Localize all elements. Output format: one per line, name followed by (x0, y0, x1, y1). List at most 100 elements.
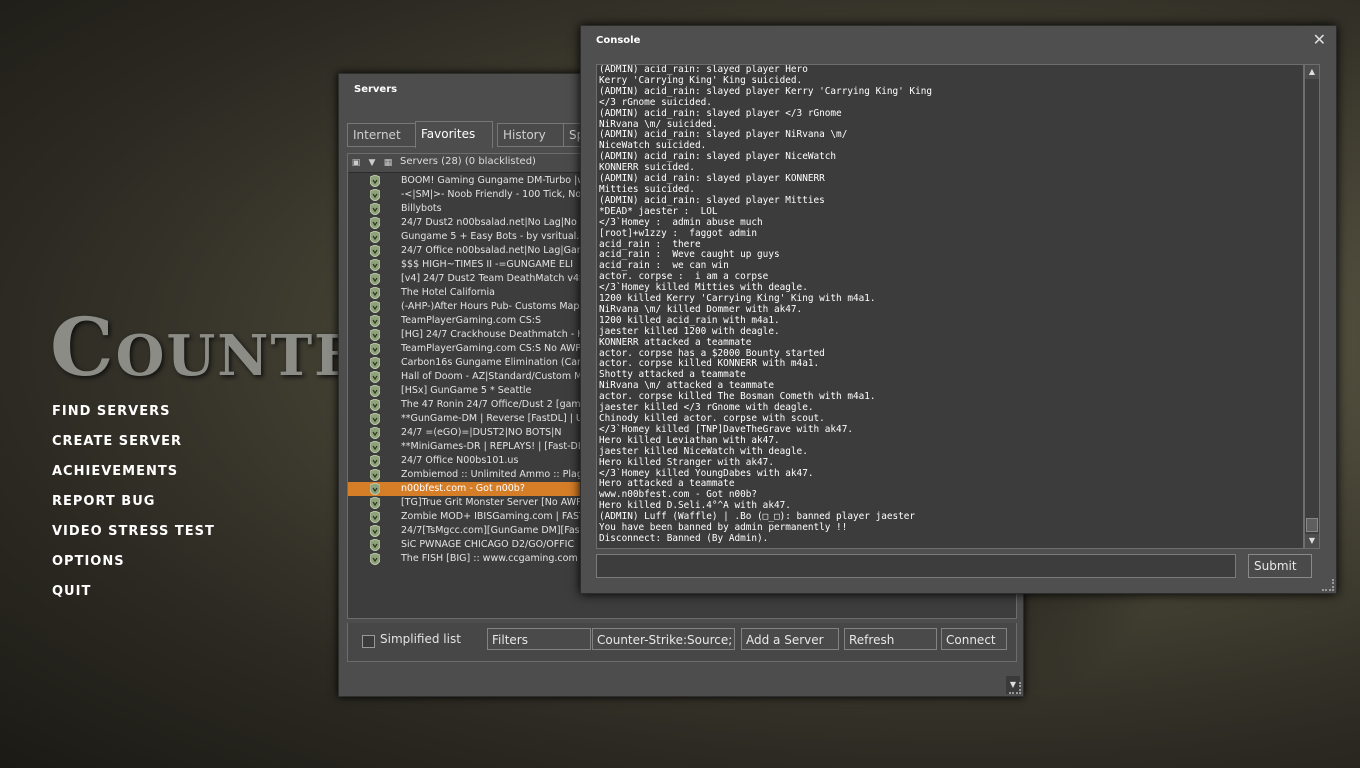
server-name: (-AHP-)After Hours Pub- Customs Maps (401, 301, 585, 312)
vac-shield-icon (370, 385, 380, 397)
server-name: TeamPlayerGaming.com CS:S (401, 315, 542, 326)
server-name: Zombie MOD+ IBISGaming.com | FAST (401, 511, 585, 522)
vac-shield-icon (370, 273, 380, 285)
vac-shield-icon (370, 357, 380, 369)
server-name: 24/7[TsMgcc.com][GunGame DM][Fast (401, 525, 584, 536)
menu-video-stress-test[interactable]: VIDEO STRESS TEST (52, 522, 215, 552)
server-name: Zombiemod :: Unlimited Ammo :: Plagu (401, 469, 589, 480)
vac-shield-icon (370, 203, 380, 215)
menu-achievements[interactable]: ACHIEVEMENTS (52, 462, 215, 492)
vac-shield-icon (370, 469, 380, 481)
server-name: Hall of Doom - AZ|Standard/Custom Ma (401, 371, 589, 382)
vac-shield-icon (370, 511, 380, 523)
servers-column-header[interactable]: Servers (28) (0 blacklisted) (400, 156, 536, 167)
console-resize-grip[interactable] (1322, 579, 1334, 591)
server-name: [TG]True Grit Monster Server [No AWP (401, 497, 582, 508)
server-name: **GunGame-DM | Reverse [FastDL] | U (401, 413, 583, 424)
vac-shield-icon (370, 399, 380, 411)
tab-history[interactable]: History (497, 123, 571, 147)
menu-find-servers[interactable]: FIND SERVERS (52, 402, 215, 432)
vac-shield-icon (370, 441, 380, 453)
server-name: Carbon16s Gungame Elimination (Carbo (401, 357, 593, 368)
tab-internet[interactable]: Internet (347, 123, 421, 147)
vac-shield-icon (370, 413, 380, 425)
vac-shield-icon (370, 189, 380, 201)
console-line: (ADMIN) acid_rain: slayed player NiceWat… (599, 151, 837, 163)
scroll-up-icon[interactable]: ▲ (1305, 65, 1319, 79)
console-window: Console ✕ (ADMIN) acid_rain: slayed play… (580, 25, 1337, 594)
console-line: (ADMIN) acid_rain: slayed player </3 rGn… (599, 107, 842, 119)
server-name: n00bfest.com - Got n00b? (401, 483, 525, 494)
console-line: Disconnect: Banned (By Admin). (599, 532, 769, 544)
console-line: jaester killed NiceWatch with deagle. (599, 445, 808, 457)
server-name: 24/7 Office N00bs101.us (401, 455, 519, 466)
submit-button[interactable]: Submit (1248, 554, 1312, 578)
console-line: KONNERR attacked a teammate (599, 336, 752, 348)
connect-button[interactable]: Connect (941, 628, 1007, 650)
vac-shield-icon (370, 287, 380, 299)
server-name: BOOM! Gaming Gungame DM-Turbo |w (401, 175, 586, 186)
server-name: SiC PWNAGE CHICAGO D2/GO/OFFIC (401, 539, 575, 550)
vac-shield-icon (370, 483, 380, 495)
vac-shield-icon (370, 371, 380, 383)
server-name: Billybots (401, 203, 442, 214)
console-line: Hero killed Stranger with ak47. (599, 456, 774, 468)
main-menu: FIND SERVERS CREATE SERVER ACHIEVEMENTS … (52, 402, 215, 612)
vac-shield-icon (370, 343, 380, 355)
server-name: The Hotel California (401, 287, 495, 298)
game-filter-display: Counter-Strike:Source; (592, 628, 735, 650)
vac-shield-icon (370, 497, 380, 509)
simplified-list-label: Simplified list (380, 632, 461, 646)
vac-shield-icon (370, 553, 380, 565)
console-line: (ADMIN) acid_rain: slayed player KONNERR (599, 173, 825, 185)
server-name: 24/7 Office n00bsalad.net|No Lag|Game (401, 245, 592, 256)
replay-icon[interactable]: ▦ (382, 157, 394, 169)
resize-grip[interactable] (1009, 682, 1021, 694)
menu-options[interactable]: OPTIONS (52, 552, 215, 582)
refresh-button[interactable]: Refresh (844, 628, 937, 650)
vac-shield-icon (370, 539, 380, 551)
server-name: [HG] 24/7 Crackhouse Deathmatch - He (401, 329, 591, 340)
console-command-input[interactable] (596, 554, 1236, 578)
server-name: Gungame 5 + Easy Bots - by vsritual.co (401, 231, 591, 242)
filters-button[interactable]: Filters (487, 628, 591, 650)
vac-shield-icon (370, 427, 380, 439)
tab-favorites[interactable]: Favorites (415, 121, 493, 148)
server-name: -<|SM|>- Noob Friendly - 100 Tick, No (401, 189, 582, 200)
server-name: The 47 Ronin 24/7 Office/Dust 2 [gameM (401, 399, 595, 410)
menu-create-server[interactable]: CREATE SERVER (52, 432, 215, 462)
server-name: 24/7 =(eGO)=|DUST2|NO BOTS|N (401, 427, 562, 438)
server-name: [v4] 24/7 Dust2 Team DeathMatch v4Ser (401, 273, 595, 284)
vac-shield-icon (370, 301, 380, 313)
console-scrollbar[interactable]: ▲ ▼ (1304, 64, 1320, 549)
scroll-thumb[interactable] (1306, 518, 1318, 532)
add-server-button[interactable]: Add a Server (741, 628, 839, 650)
server-name: $$$ HIGH~TIMES II -=GUNGAME ELI (401, 259, 574, 270)
vac-shield-icon (370, 217, 380, 229)
vac-shield-icon (370, 259, 380, 271)
console-line: [root]+w1zzy : faggot admin (599, 227, 758, 239)
server-name: TeamPlayerGaming.com CS:S No AWP/ (401, 343, 585, 354)
simplified-list-checkbox[interactable] (362, 635, 375, 648)
vac-shield-icon (370, 315, 380, 327)
vac-shield-icon (370, 455, 380, 467)
vac-shield-icon[interactable]: ▼ (366, 157, 378, 169)
lock-icon[interactable]: ▣ (350, 157, 362, 169)
server-name: [HSx] GunGame 5 * Seattle (401, 385, 532, 396)
close-icon[interactable]: ✕ (1313, 30, 1326, 49)
server-name: 24/7 Dust2 n00bsalad.net|No Lag|No Bo (401, 217, 593, 228)
vac-shield-icon (370, 245, 380, 257)
console-output[interactable]: (ADMIN) acid_rain: slayed player Hero Ker… (596, 64, 1304, 549)
server-name: **MiniGames-DR | REPLAYS! | [Fast-DL (401, 441, 584, 452)
vac-shield-icon (370, 525, 380, 537)
menu-report-bug[interactable]: REPORT BUG (52, 492, 215, 522)
vac-shield-icon (370, 175, 380, 187)
console-line: </3 rGnome suicided. (599, 96, 712, 108)
console-title: Console (596, 35, 641, 46)
game-logo: Counte (50, 300, 359, 394)
vac-shield-icon (370, 231, 380, 243)
scroll-down-icon[interactable]: ▼ (1305, 534, 1319, 548)
server-name: The FISH [BIG] :: www.ccgaming.com (401, 553, 578, 564)
console-line: </3`Homey : admin abuse much (599, 216, 763, 228)
menu-quit[interactable]: QUIT (52, 582, 215, 612)
